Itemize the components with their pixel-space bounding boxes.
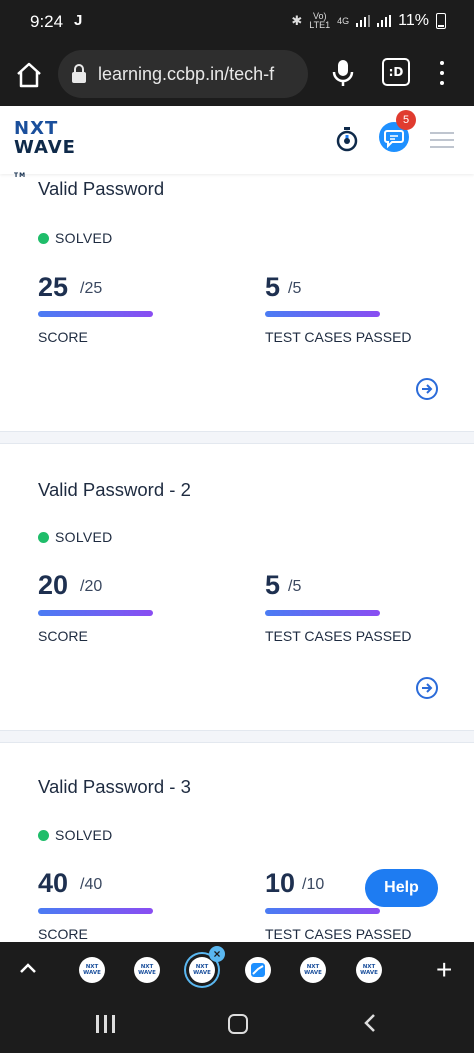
score-label: SCORE [38, 329, 88, 345]
tab-thumb-label-bottom: WAVE [138, 970, 156, 976]
stopwatch-icon[interactable] [335, 126, 359, 152]
tab-switcher-button[interactable]: :D [382, 58, 410, 86]
help-button[interactable]: Help [365, 869, 438, 907]
status-indicators: ✱ Vo) LTE1 4G 11% [291, 12, 446, 30]
score-total: /40 [80, 876, 103, 893]
solved-status-dot [38, 830, 49, 841]
notification-icon: J [74, 12, 83, 29]
microphone-icon[interactable] [330, 58, 356, 88]
problem-title: Valid Password [38, 178, 165, 199]
tab-thumb-label-bottom: WAVE [360, 970, 378, 976]
bluetooth-icon: ✱ [291, 13, 303, 28]
status-label: SOLVED [55, 529, 113, 545]
tab-thumb-label-bottom: WAVE [304, 970, 322, 976]
tests-progress-bar [265, 610, 380, 616]
problem-card[interactable]: Valid Password - 2 SOLVED 20 /20 SCORE 5… [0, 443, 474, 731]
logo-bottom-word: WAVE [14, 137, 76, 158]
problem-title: Valid Password - 3 [38, 776, 191, 797]
battery-icon [436, 13, 446, 29]
solved-status-dot [38, 532, 49, 543]
tests-total: /10 [302, 876, 325, 893]
tests-progress-bar [265, 311, 380, 317]
score-total: /20 [80, 578, 103, 595]
notification-badge: 5 [396, 110, 416, 130]
score-value: 40 [38, 868, 69, 898]
tests-label: TEST CASES PASSED [265, 329, 412, 345]
close-tab-icon[interactable]: × [209, 946, 225, 962]
status-time: 9:24 [30, 12, 64, 31]
volte-indicator: Vo) LTE1 [309, 12, 330, 30]
tests-passed-value: 5 [265, 272, 281, 302]
score-progress-bar [38, 311, 153, 317]
home-button-icon[interactable] [228, 1014, 248, 1034]
problems-list: Valid Password SOLVED 25 /25 SCORE 5 /5 … [0, 174, 474, 942]
logo-tm: TM [14, 172, 27, 179]
solved-status-dot [38, 233, 49, 244]
score-label: SCORE [38, 628, 88, 644]
back-icon[interactable] [362, 1012, 378, 1034]
hamburger-menu-icon[interactable] [430, 130, 454, 150]
score-value: 20 [38, 570, 69, 600]
score-progress-bar [38, 908, 153, 914]
battery-percent: 11% [398, 12, 429, 29]
tests-passed-value: 5 [265, 570, 281, 600]
address-bar[interactable]: learning.ccbp.in/tech-f [58, 50, 308, 98]
score-progress-bar [38, 610, 153, 616]
tab-thumbnail[interactable]: NXT WAVE [356, 957, 382, 983]
new-tab-plus-icon[interactable]: + [436, 956, 452, 984]
tests-total: /5 [288, 280, 302, 297]
nxtwave-logo[interactable]: NXT WAVE TM [14, 118, 94, 179]
tests-total: /5 [288, 578, 302, 595]
tab-thumbnail[interactable] [245, 957, 271, 983]
problem-title: Valid Password - 2 [38, 479, 191, 500]
network-type: 4G [337, 15, 350, 26]
volte-bottom-text: LTE1 [309, 20, 331, 30]
tab-thumbnail[interactable]: NXT WAVE [79, 957, 105, 983]
chart-tab-icon [251, 963, 265, 977]
tests-passed-value: 10 [265, 868, 296, 898]
signal-icon [356, 15, 371, 27]
score-value: 25 [38, 272, 69, 302]
browser-menu-icon[interactable] [432, 58, 452, 88]
url-text: learning.ccbp.in/tech-f [98, 64, 275, 84]
tests-progress-bar [265, 908, 380, 914]
browser-toolbar: learning.ccbp.in/tech-f :D [0, 46, 474, 106]
recent-apps-icon[interactable] [96, 1015, 116, 1033]
score-label: SCORE [38, 926, 88, 942]
logo-bottom-text: WAVE TM [14, 137, 94, 179]
status-bar: 9:24 J ✱ Vo) LTE1 4G 11% [0, 0, 474, 46]
system-navigation-bar [0, 998, 474, 1053]
home-icon[interactable] [14, 60, 44, 90]
logo-top-text: NXT [14, 118, 59, 139]
chevron-up-icon[interactable] [18, 960, 38, 976]
open-problem-arrow-icon[interactable] [416, 378, 438, 400]
signal-icon-2 [377, 15, 392, 27]
tests-label: TEST CASES PASSED [265, 926, 412, 942]
tab-thumb-label-bottom: WAVE [83, 970, 101, 976]
tab-thumbnail-active[interactable]: NXT WAVE [189, 957, 215, 983]
tab-thumbnail[interactable]: NXT WAVE [134, 957, 160, 983]
open-problem-arrow-icon[interactable] [416, 677, 438, 699]
problem-card[interactable]: Valid Password SOLVED 25 /25 SCORE 5 /5 … [0, 174, 474, 432]
problem-card[interactable]: Valid Password - 3 SOLVED 40 /40 SCORE 1… [0, 742, 474, 942]
lock-icon [72, 64, 86, 83]
tests-label: TEST CASES PASSED [265, 628, 412, 644]
status-label: SOLVED [55, 230, 113, 246]
score-total: /25 [80, 280, 103, 297]
status-label: SOLVED [55, 827, 113, 843]
tab-thumbnail[interactable]: NXT WAVE [300, 957, 326, 983]
browser-tab-strip: NXT WAVE NXT WAVE NXT WAVE × NXT WAVE NXT WAV… [0, 942, 474, 998]
tab-thumb-label-bottom: WAVE [193, 970, 211, 976]
